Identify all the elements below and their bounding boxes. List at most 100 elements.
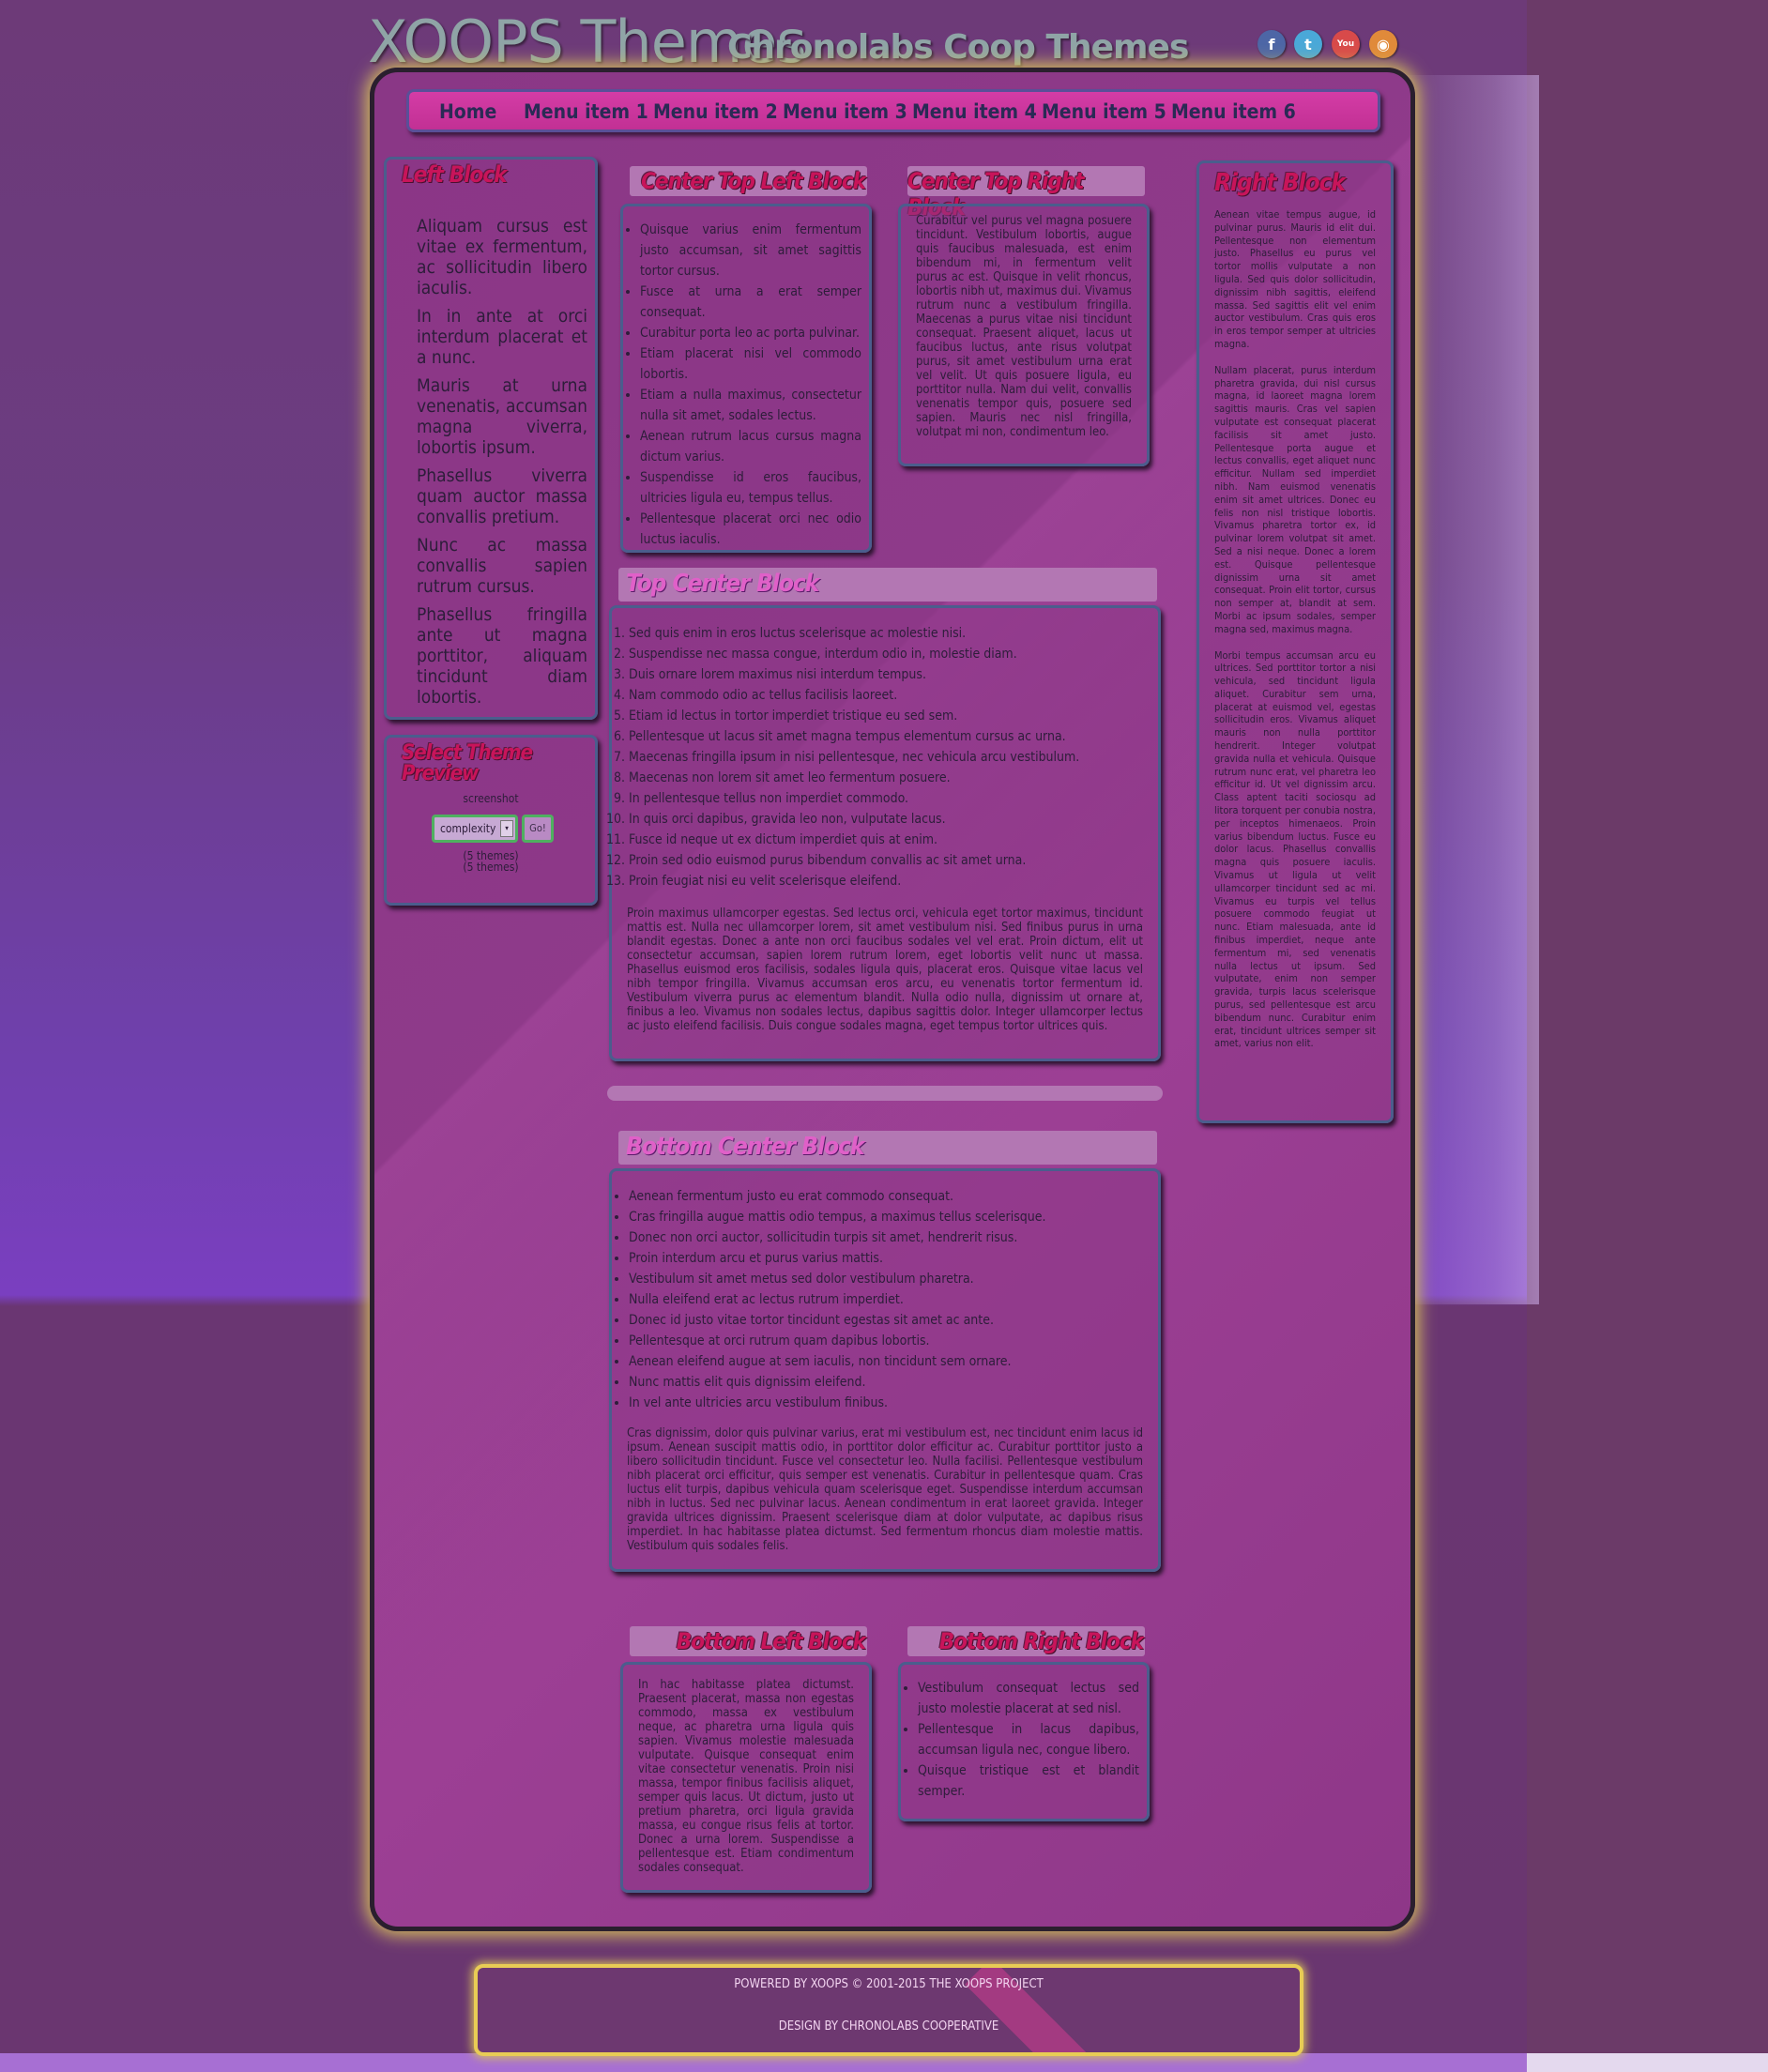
screenshot-label: screenshot — [463, 792, 519, 805]
list-item: Pellentesque ut lacus sit amet magna tem… — [629, 726, 1154, 747]
main-menu: Home Menu item 1 Menu item 2 Menu item 3… — [406, 89, 1380, 132]
top-center-title-bar: Top Center Block — [618, 568, 1157, 602]
menu-item-1[interactable]: Menu item 1 — [524, 100, 648, 123]
right-block-paragraph: Aenean vitae tempus augue, id pulvinar p… — [1214, 208, 1376, 350]
list-item: Maecenas non lorem sit amet leo fermentu… — [629, 768, 1154, 788]
twitter-icon[interactable]: t — [1294, 30, 1322, 58]
left-block-content: Aliquam cursus est vitae ex fermentum, a… — [417, 216, 587, 708]
rss-icon[interactable]: ◉ — [1369, 30, 1397, 58]
list-item: Quisque varius enim fermentum justo accu… — [640, 220, 861, 282]
center-top-right-title-bar: Center Top Right Block — [907, 166, 1145, 221]
list-item: Nunc mattis elit quis dignissim eleifend… — [629, 1372, 1154, 1393]
go-button[interactable]: Go! — [522, 815, 554, 843]
top-center-block: Sed quis enim in eros luctus scelerisque… — [609, 605, 1161, 1061]
left-block-paragraph: Phasellus fringilla ante ut magna portti… — [417, 604, 587, 708]
menu-item-home[interactable]: Home — [439, 100, 496, 123]
list-item: Vestibulum consequat lectus sed justo mo… — [918, 1678, 1139, 1719]
left-block-title: Left Block — [402, 161, 507, 188]
list-item: Proin interdum arcu et purus varius matt… — [629, 1248, 1154, 1269]
list-item: Pellentesque placerat orci nec odio luct… — [640, 509, 861, 550]
left-block-paragraph: In in ante at orci interdum placerat et … — [417, 306, 587, 368]
left-block-paragraph: Mauris at urna venenatis, accumsan magna… — [417, 375, 587, 458]
chevron-down-icon[interactable]: ▾ — [500, 820, 513, 837]
bottom-left-title-bar: Bottom Left Block — [630, 1626, 867, 1656]
center-top-left-title: Center Top Left Block — [641, 168, 866, 194]
bottom-left-title: Bottom Left Block — [676, 1628, 866, 1654]
list-item: Etiam placerat nisi vel commodo lobortis… — [640, 343, 861, 385]
bottom-center-block: Aenean fermentum justo eu erat commodo c… — [609, 1168, 1161, 1572]
menu-item-2[interactable]: Menu item 2 — [653, 100, 778, 123]
list-item: Etiam a nulla maximus, consectetur nulla… — [640, 385, 861, 426]
footer-powered[interactable]: POWERED BY XOOPS © 2001-2015 THE XOOPS P… — [478, 1977, 1300, 1991]
theme-select-block: Select Theme Preview screenshot complexi… — [384, 735, 598, 906]
top-center-text: Proin maximus ullamcorper egestas. Sed l… — [627, 906, 1143, 1033]
right-block: Right Block Aenean vitae tempus augue, i… — [1196, 160, 1394, 1123]
bottom-left-block: In hac habitasse platea dictumst. Praese… — [620, 1662, 872, 1893]
list-item: In vel ante ultricies arcu vestibulum fi… — [629, 1393, 1154, 1413]
right-block-paragraph: Nullam placerat, purus interdum pharetra… — [1214, 363, 1376, 635]
list-item: Nulla eleifend erat ac lectus rutrum imp… — [629, 1289, 1154, 1310]
bottom-bar — [0, 2053, 1527, 2072]
list-item: In quis orci dapibus, gravida leo non, v… — [629, 809, 1154, 830]
list-item: Pellentesque in lacus dapibus, accumsan … — [918, 1719, 1139, 1760]
list-item: Etiam id lectus in tortor imperdiet tris… — [629, 706, 1154, 726]
center-top-right-block: Curabitur vel purus vel magna posuere ti… — [898, 204, 1150, 466]
list-item: Donec id justo vitae tortor tincidunt eg… — [629, 1310, 1154, 1331]
bottom-center-text: Cras dignissim, dolor quis pulvinar vari… — [627, 1426, 1143, 1553]
list-item: Pellentesque at orci rutrum quam dapibus… — [629, 1331, 1154, 1351]
center-top-left-block: Quisque varius enim fermentum justo accu… — [620, 204, 872, 553]
menu-item-6[interactable]: Menu item 6 — [1171, 100, 1296, 123]
theme-block-title: Select Theme Preview — [402, 741, 533, 785]
bottom-right-list: Vestibulum consequat lectus sed justo mo… — [901, 1678, 1139, 1802]
twitter-glyph: t — [1304, 35, 1312, 53]
list-item: Cras fringilla augue mattis odio tempus,… — [629, 1207, 1154, 1227]
bottom-bar-right — [1527, 2053, 1768, 2072]
list-item: Suspendisse nec massa congue, interdum o… — [629, 644, 1154, 664]
list-item: Proin sed odio euismod purus bibendum co… — [629, 850, 1154, 871]
youtube-glyph: You — [1336, 39, 1355, 49]
list-item: Aenean eleifend augue at sem iaculis, no… — [629, 1351, 1154, 1372]
list-item: Donec non orci auctor, sollicitudin turp… — [629, 1227, 1154, 1248]
menu-item-4[interactable]: Menu item 4 — [912, 100, 1037, 123]
right-block-title: Right Block — [1214, 169, 1346, 197]
bottom-center-title: Bottom Center Block — [626, 1133, 865, 1161]
list-item: Vestibulum sit amet metus sed dolor vest… — [629, 1269, 1154, 1289]
youtube-icon[interactable]: You — [1332, 30, 1360, 58]
right-block-paragraph: Morbi tempus accumsan arcu eu ultrices. … — [1214, 648, 1376, 1050]
list-item: Maecenas fringilla ipsum in nisi pellent… — [629, 747, 1154, 768]
top-center-list: Sed quis enim in eros luctus scelerisque… — [612, 623, 1154, 891]
list-item: Fusce id neque ut ex dictum imperdiet qu… — [629, 830, 1154, 850]
theme-select[interactable]: complexity ▾ — [432, 815, 518, 843]
right-background — [1527, 0, 1768, 2072]
list-item: Suspendisse id eros faucibus, ultricies … — [640, 467, 861, 509]
separator-bar — [607, 1086, 1163, 1101]
left-block-paragraph: Phasellus viverra quam auctor massa conv… — [417, 465, 587, 527]
list-item: Sed quis enim in eros luctus scelerisque… — [629, 623, 1154, 644]
bottom-center-list: Aenean fermentum justo eu erat commodo c… — [612, 1186, 1154, 1413]
list-item: Proin feugiat nisi eu velit scelerisque … — [629, 871, 1154, 891]
bottom-center-title-bar: Bottom Center Block — [618, 1131, 1157, 1165]
footer-design[interactable]: DESIGN BY CHRONOLABS COOPERATIVE — [478, 2019, 1300, 2034]
bottom-right-title: Bottom Right Block — [938, 1628, 1144, 1654]
top-center-title: Top Center Block — [626, 570, 819, 598]
theme-select-value: complexity — [440, 822, 496, 835]
list-item: Nam commodo odio ac tellus facilisis lao… — [629, 685, 1154, 706]
facebook-icon[interactable]: f — [1257, 30, 1286, 58]
rss-glyph: ◉ — [1377, 35, 1390, 53]
right-block-content: Aenean vitae tempus augue, id pulvinar p… — [1214, 208, 1376, 1050]
bottom-left-text: In hac habitasse platea dictumst. Praese… — [638, 1678, 854, 1875]
list-item: Duis ornare lorem maximus nisi interdum … — [629, 664, 1154, 685]
site-slogan: Chronolabs Coop Themes — [727, 28, 1189, 67]
bottom-right-block: Vestibulum consequat lectus sed justo mo… — [898, 1662, 1150, 1821]
center-top-left-list: Quisque varius enim fermentum justo accu… — [623, 220, 861, 550]
left-block-paragraph: Nunc ac massa convallis sapien rutrum cu… — [417, 535, 587, 597]
theme-count: (5 themes) (5 themes) — [387, 850, 595, 873]
theme-count-line: (5 themes) — [463, 861, 519, 874]
left-block: Left Block Aliquam cursus est vitae ex f… — [384, 157, 598, 720]
main-container: Home Menu item 1 Menu item 2 Menu item 3… — [370, 68, 1415, 1931]
menu-item-3[interactable]: Menu item 3 — [783, 100, 907, 123]
list-item: Quisque tristique est et blandit semper. — [918, 1760, 1139, 1802]
menu-item-5[interactable]: Menu item 5 — [1042, 100, 1166, 123]
list-item: Aenean rutrum lacus cursus magna dictum … — [640, 426, 861, 467]
list-item: In pellentesque tellus non imperdiet com… — [629, 788, 1154, 809]
